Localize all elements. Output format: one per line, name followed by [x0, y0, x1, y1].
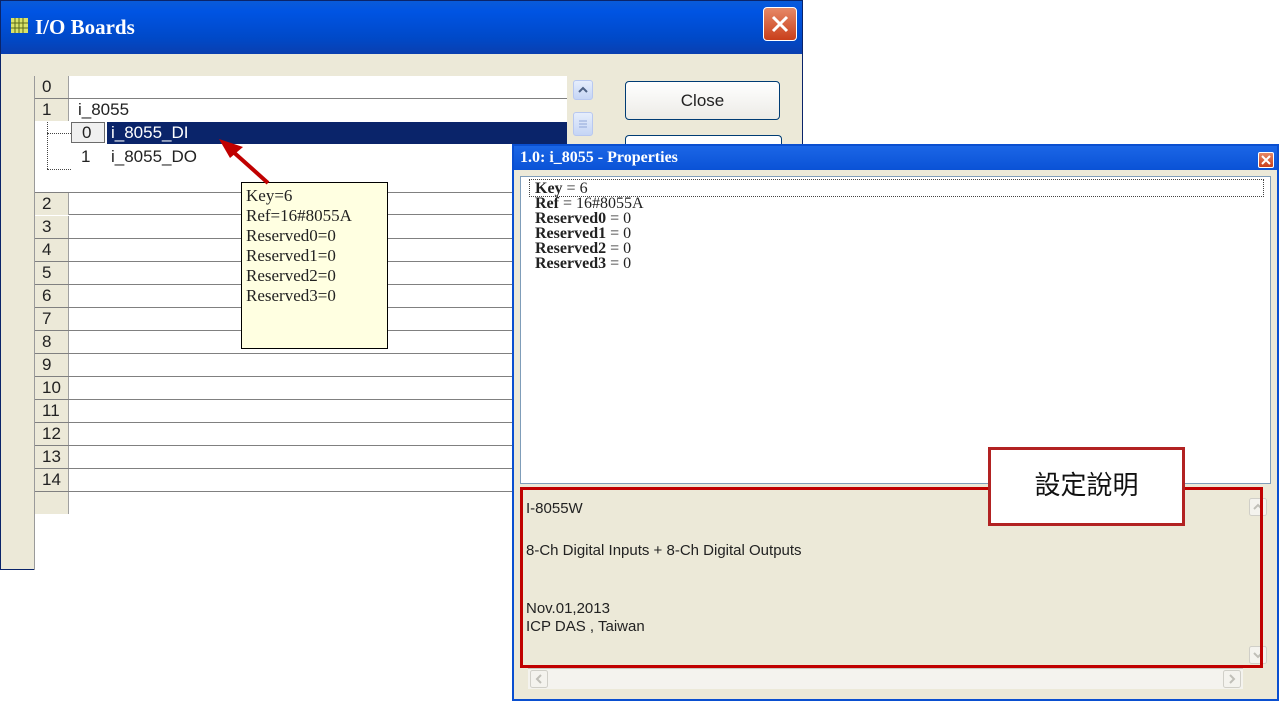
slot-tooltip: Key=6 Ref=16#8055A Reserved0=0 Reserved1…: [241, 182, 388, 349]
close-button[interactable]: Close: [625, 81, 780, 120]
tree-connector: [47, 169, 71, 171]
property-key: Reserved3: [535, 255, 607, 272]
property-value: = 0: [606, 255, 632, 272]
slot-row[interactable]: 13: [35, 446, 567, 469]
scroll-thumb[interactable]: [573, 112, 593, 136]
slot-number: 0: [35, 76, 69, 98]
slot-row[interactable]: 10: [35, 377, 567, 400]
slot-row[interactable]: 14: [35, 469, 567, 492]
slot-number: [35, 492, 69, 514]
sub-item-number: 0: [71, 122, 105, 143]
slot-number: 6: [35, 285, 69, 307]
chevron-right-icon: [1223, 670, 1241, 688]
tooltip-line: Reserved0=0: [246, 226, 336, 245]
slot-number: 5: [35, 262, 69, 284]
tooltip-line: Reserved3=0: [246, 286, 336, 305]
slot-number: 9: [35, 354, 69, 376]
grid-icon: [11, 18, 28, 33]
slot-number: 4: [35, 239, 69, 261]
slot-row[interactable]: 11: [35, 400, 567, 423]
slot-number: 10: [35, 377, 69, 399]
slot-row[interactable]: 0: [35, 76, 567, 99]
slot-number: 13: [35, 446, 69, 468]
io-boards-titlebar[interactable]: I/O Boards: [1, 1, 802, 54]
chevron-up-icon: [578, 86, 588, 93]
slot-number: 1: [35, 99, 69, 121]
scroll-up-button[interactable]: [573, 80, 593, 100]
tooltip-line: Key=6: [246, 186, 293, 205]
properties-close-button[interactable]: [1258, 152, 1274, 168]
window-close-button[interactable]: [763, 7, 797, 41]
sub-item-di[interactable]: 0 i_8055_DI: [35, 122, 567, 144]
slot-row[interactable]: 9: [35, 354, 567, 377]
tooltip-line: Ref=16#8055A: [246, 206, 352, 225]
io-boards-title: I/O Boards: [35, 15, 135, 39]
sub-item-do[interactable]: 1 i_8055_DO: [35, 146, 567, 168]
tooltip-line: Reserved2=0: [246, 266, 336, 285]
slot-number: 7: [35, 308, 69, 330]
sub-item-name: i_8055_DI: [111, 123, 189, 142]
slot-number: 2: [35, 193, 69, 215]
slot-list-scrollbar[interactable]: [573, 80, 595, 140]
slot-row[interactable]: [35, 492, 567, 515]
slot-row[interactable]: 12: [35, 423, 567, 446]
slot-number: 8: [35, 331, 69, 353]
property-line[interactable]: Reserved3 = 0: [535, 256, 631, 272]
sub-item-number: 1: [81, 147, 91, 166]
annotation-label: 設定說明: [988, 447, 1185, 526]
slot-number: 14: [35, 469, 69, 491]
properties-titlebar[interactable]: 1.0: i_8055 - Properties: [514, 146, 1277, 170]
properties-list[interactable]: Key = 6 Ref = 16#8055A Reserved0 = 0 Res…: [520, 176, 1271, 484]
slot-number: 3: [35, 216, 69, 238]
chevron-left-icon: [530, 670, 548, 688]
tooltip-line: Reserved1=0: [246, 246, 336, 265]
slot-number: 11: [35, 400, 69, 422]
properties-title: 1.0: i_8055 - Properties: [520, 149, 678, 166]
slot-row[interactable]: 1 i_8055: [35, 99, 567, 122]
description-horizontal-scrollbar[interactable]: [528, 668, 1243, 689]
sub-item-name: i_8055_DO: [111, 147, 198, 166]
grip-icon: [579, 120, 587, 128]
slot-number: 12: [35, 423, 69, 445]
close-icon: [1261, 155, 1271, 165]
slot-name: i_8055: [78, 100, 130, 119]
close-icon: [771, 15, 789, 33]
